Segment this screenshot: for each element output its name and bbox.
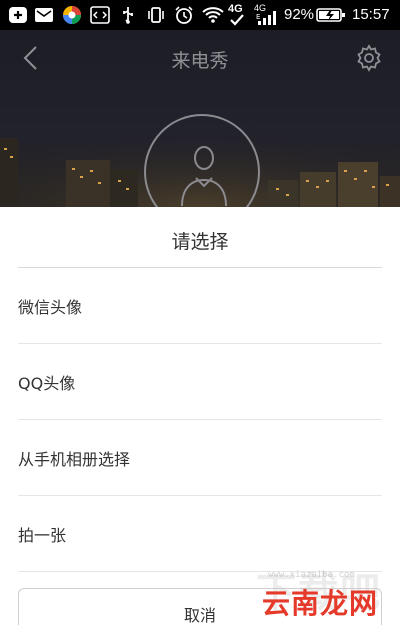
option-label: QQ头像	[18, 374, 76, 393]
watermark-logo: 云南龙网	[262, 587, 379, 620]
option-choose-from-album[interactable]: 从手机相册选择	[0, 420, 400, 496]
option-label: 微信头像	[18, 298, 83, 317]
vibrate-icon	[146, 5, 166, 25]
usb-icon	[118, 5, 138, 25]
gear-icon	[357, 44, 381, 72]
option-label: 从手机相册选择	[18, 450, 131, 469]
sheet-title: 请选择	[171, 231, 229, 253]
option-qq-avatar[interactable]: QQ头像	[0, 344, 400, 420]
mail-icon	[34, 5, 54, 25]
code-icon	[90, 5, 110, 25]
option-wechat-avatar[interactable]: 微信头像	[0, 268, 400, 344]
option-label: 拍一张	[18, 526, 67, 545]
wifi-icon	[202, 5, 224, 25]
battery-percent: 92%	[284, 6, 315, 23]
settings-button[interactable]	[354, 43, 384, 73]
screen: 4G 4G E 92% 15:57 来电秀 请选择 微信头像 QQ头像 从手机相…	[0, 0, 400, 625]
title-bar: 来电秀	[0, 30, 400, 85]
page-title: 来电秀	[171, 50, 229, 72]
clock: 15:57	[352, 6, 390, 23]
signal-icon: E	[256, 9, 276, 29]
check-icon	[229, 13, 245, 27]
watermark-url: www.xiazaiba.com	[268, 570, 355, 580]
alarm-icon	[174, 5, 194, 25]
svg-text:E: E	[256, 13, 260, 21]
battery-charging-icon	[316, 5, 346, 25]
app-colorful-icon	[62, 5, 82, 25]
notification-add-icon	[8, 5, 28, 25]
person-silhouette-icon	[181, 146, 227, 206]
status-bar: 4G 4G E 92% 15:57	[0, 0, 400, 30]
